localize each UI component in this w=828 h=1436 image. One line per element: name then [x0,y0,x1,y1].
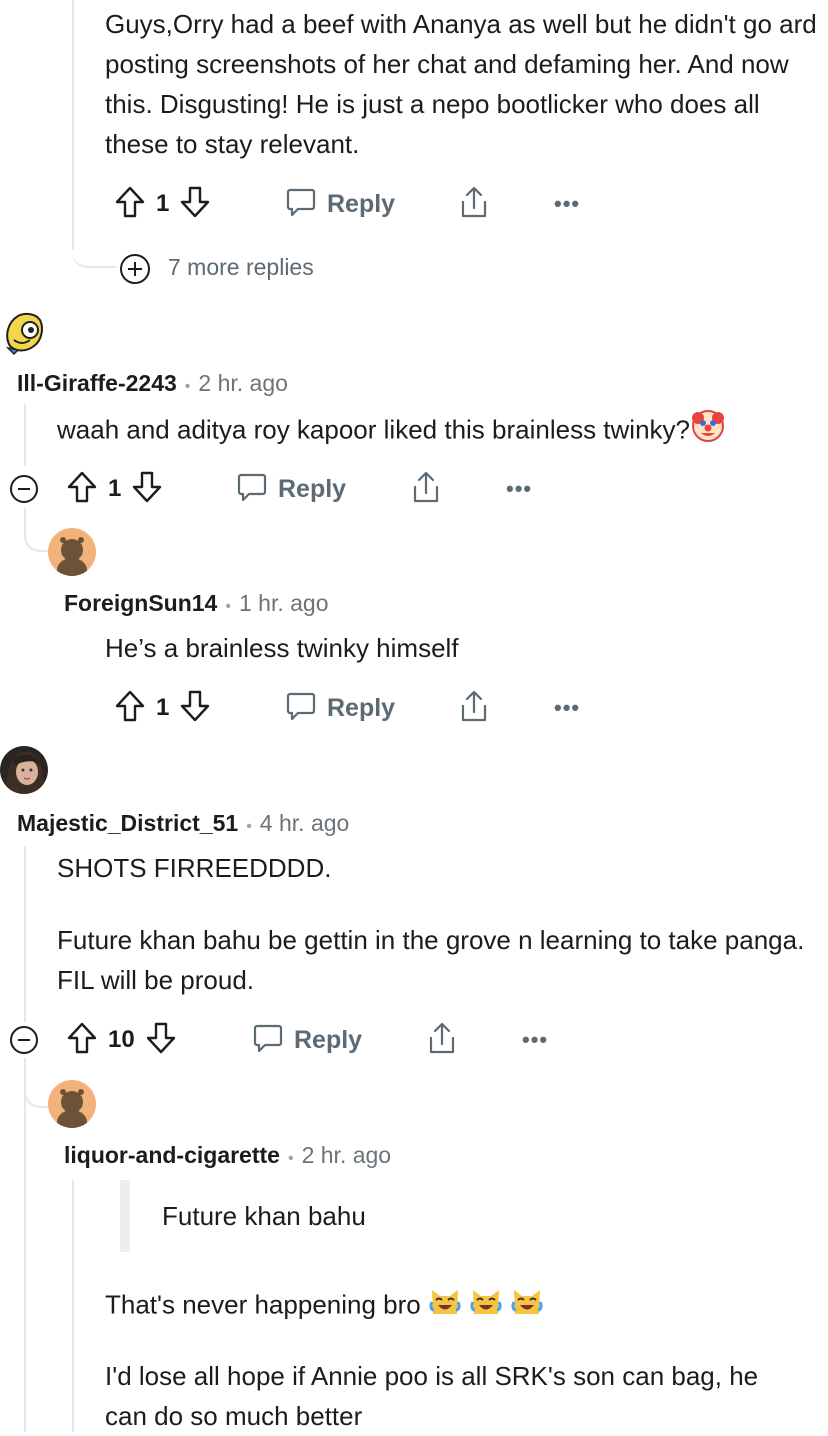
vote-group: 1 [66,467,163,511]
laughing-cat-emoji [510,1284,544,1329]
laughing-cat-emoji [428,1284,462,1329]
separator-dot: • [287,1150,294,1167]
vote-count: 10 [108,1026,135,1053]
comment-paragraph: I'd lose all hope if Annie poo is all SR… [105,1361,759,1431]
arrow-up-outline-icon[interactable] [114,689,146,728]
separator-dot: • [225,598,231,615]
thread-line [24,1058,26,1432]
timestamp: 2 hr. ago [301,1142,392,1168]
vote-count: 1 [156,190,170,217]
author-name[interactable]: ForeignSun14 [64,590,217,616]
speech-bubble-icon [236,471,268,508]
comment-body: He’s a brainless twinky himself [105,633,459,663]
comment-paragraph: That's never happening bro [105,1284,805,1329]
author-name[interactable]: Ill-Giraffe-2243 [17,370,177,396]
arrow-up-outline-icon[interactable] [66,470,98,509]
timestamp: 4 hr. ago [259,810,350,836]
timestamp: 2 hr. ago [198,370,288,396]
share-button[interactable] [425,1018,459,1062]
thread-elbow [24,1058,50,1108]
separator-dot: • [184,378,191,395]
more-options-button[interactable]: ••• [506,467,532,511]
share-button[interactable] [457,182,491,226]
comment-header: Ill-Giraffe-2243 • 2 hr. ago [17,370,288,400]
more-options-button[interactable]: ••• [522,1018,548,1062]
reply-label: Reply [278,474,347,503]
reply-label: Reply [327,693,396,722]
ellipsis-icon: ••• [554,695,581,720]
vote-count: 1 [108,475,122,502]
comment-body: waah and aditya roy kapoor liked this br… [57,408,817,455]
author-name[interactable]: Majestic_District_51 [17,810,238,836]
reply-button[interactable]: Reply [285,182,395,226]
thread-line [72,0,74,250]
ellipsis-icon: ••• [522,1027,549,1052]
share-button[interactable] [409,467,443,511]
more-replies-link[interactable]: 7 more replies [168,254,314,281]
more-options-button[interactable]: ••• [554,686,580,730]
author-name[interactable]: liquor-and-cigarette [64,1142,280,1168]
thread-elbow [24,508,50,552]
thread-elbow [72,230,116,268]
arrow-down-outline-icon[interactable] [179,689,211,728]
laughing-cat-emoji [469,1284,503,1329]
avatar[interactable] [2,306,48,356]
comment-paragraph: Future khan bahu be gettin in the grove … [57,925,805,995]
reply-button[interactable]: Reply [285,686,395,730]
speech-bubble-icon [252,1022,284,1059]
clown-face-emoji [690,408,726,455]
share-upload-icon [409,469,443,510]
reply-label: Reply [294,1025,363,1054]
vote-group: 1 [114,686,211,730]
comment-header: Majestic_District_51 • 4 hr. ago [17,810,349,840]
share-upload-icon [425,1020,459,1061]
speech-bubble-icon [285,186,317,223]
arrow-up-outline-icon[interactable] [66,1021,98,1060]
blockquote-bar [120,1180,130,1252]
speech-bubble-icon [285,690,317,727]
avatar[interactable] [0,746,48,794]
reply-label: Reply [327,189,396,218]
ellipsis-icon: ••• [506,476,533,501]
comment-text: waah and aditya roy kapoor liked this br… [57,414,691,445]
arrow-down-outline-icon[interactable] [131,470,163,509]
vote-group: 1 [114,182,211,226]
share-upload-icon [457,184,491,225]
ellipsis-icon: ••• [554,191,581,216]
more-options-button[interactable]: ••• [554,182,580,226]
comment-header: ForeignSun14 • 1 hr. ago [64,590,329,620]
collapse-thread-button[interactable] [10,475,38,503]
thread-line [24,846,26,1022]
avatar[interactable] [48,1080,96,1128]
comment-paragraph: SHOTS FIRREEDDDD. [57,853,332,883]
reply-button[interactable]: Reply [252,1018,362,1062]
reply-button[interactable]: Reply [236,467,346,511]
thread-line [72,1180,74,1432]
comment-text: That's never happening bro [105,1289,421,1320]
expand-replies-icon[interactable] [120,254,150,284]
vote-count: 1 [156,694,170,721]
blockquote-text: Future khan bahu [162,1201,366,1231]
vote-group: 10 [66,1018,177,1062]
share-upload-icon [457,688,491,729]
comment-header: liquor-and-cigarette • 2 hr. ago [64,1142,391,1172]
timestamp: 1 hr. ago [238,590,329,616]
thread-line [24,404,26,466]
arrow-down-outline-icon[interactable] [179,185,211,224]
collapse-thread-button[interactable] [10,1026,38,1054]
comment-body: Guys,Orry had a beef with Ananya as well… [105,9,817,159]
separator-dot: • [246,818,252,835]
avatar[interactable] [48,528,96,576]
share-button[interactable] [457,686,491,730]
arrow-up-outline-icon[interactable] [114,185,146,224]
arrow-down-outline-icon[interactable] [145,1021,177,1060]
